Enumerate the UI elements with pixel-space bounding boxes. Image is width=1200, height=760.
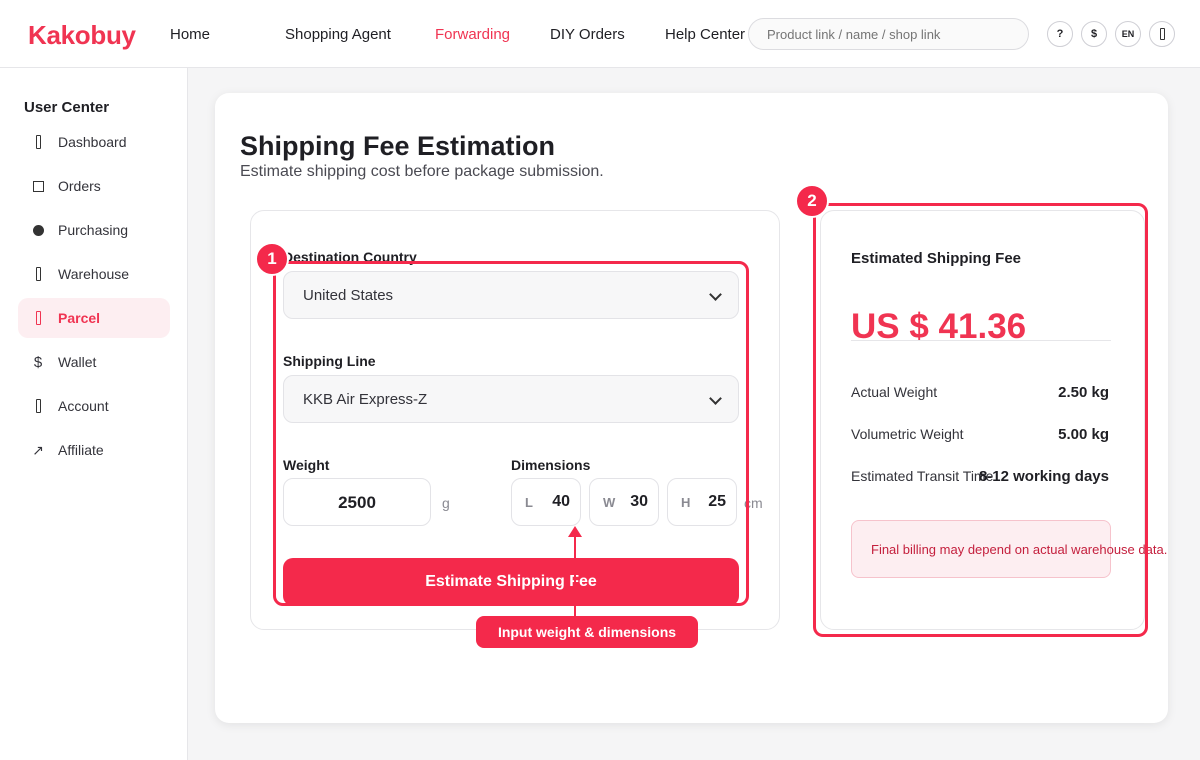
callout-label: Input weight & dimensions xyxy=(476,616,698,648)
width-value: 30 xyxy=(630,493,648,510)
search-input[interactable] xyxy=(748,18,1029,50)
sidebar-item-parcel[interactable]: Parcel xyxy=(18,298,170,338)
account-icon xyxy=(30,398,46,414)
nav-diy-orders[interactable]: DIY Orders xyxy=(550,26,625,43)
width-prefix: W xyxy=(603,495,616,510)
step-badge-2: 2 xyxy=(795,184,829,218)
billing-note: Final billing may depend on actual wareh… xyxy=(851,520,1167,578)
sidebar-item-label: Dashboard xyxy=(58,134,127,150)
transit-time-label: Estimated Transit Time xyxy=(851,468,994,484)
nav-help-center[interactable]: Help Center xyxy=(665,26,745,43)
estimate-shipping-fee-button[interactable]: Estimate Shipping Fee xyxy=(283,558,739,606)
kakobuy-logo[interactable]: Kakobuy xyxy=(28,20,136,51)
dimensions-label: Dimensions xyxy=(511,457,591,473)
height-value: 25 xyxy=(708,493,726,510)
sidebar-item-label: Account xyxy=(58,398,109,414)
shipping-line-select[interactable]: KKB Air Express-Z xyxy=(283,375,739,423)
chevron-down-icon xyxy=(709,288,722,301)
sidebar-item-label: Parcel xyxy=(58,310,101,326)
result-title: Estimated Shipping Fee xyxy=(851,250,1022,267)
sidebar-item-orders[interactable]: Orders xyxy=(18,166,170,206)
length-value: 40 xyxy=(552,493,570,510)
arrow-up-right-icon: ↗ xyxy=(32,441,44,458)
language-icon[interactable]: EN xyxy=(1115,21,1141,47)
callout-arrow xyxy=(574,532,576,616)
user-menu-icon[interactable] xyxy=(1149,21,1175,47)
orders-icon xyxy=(30,178,46,194)
sidebar-item-purchasing[interactable]: Purchasing xyxy=(18,210,170,250)
dashboard-icon xyxy=(30,134,46,150)
width-input[interactable]: W 30 xyxy=(589,478,659,526)
transit-time-value: 8-12 working days xyxy=(978,468,1109,485)
nav-forwarding[interactable]: Forwarding xyxy=(435,26,510,43)
estimated-amount: US $ 41.36 xyxy=(851,307,1027,346)
sidebar-item-account[interactable]: Account xyxy=(18,386,170,426)
parcel-icon xyxy=(30,310,46,326)
arrow-up-icon xyxy=(568,526,582,537)
weight-unit: g xyxy=(442,495,450,511)
shipping-line-value: KKB Air Express-Z xyxy=(303,391,428,408)
volumetric-weight-value: 5.00 kg xyxy=(1058,426,1109,443)
actual-weight-value: 2.50 kg xyxy=(1058,384,1109,401)
warehouse-icon xyxy=(30,266,46,282)
sidebar-item-label: Orders xyxy=(58,178,101,194)
sidebar-title: User Center xyxy=(24,99,110,116)
page-subtitle: Estimate shipping cost before package su… xyxy=(240,163,604,180)
length-input[interactable]: L 40 xyxy=(511,478,581,526)
sidebar-item-label: Affiliate xyxy=(58,442,104,458)
currency-icon[interactable]: $ xyxy=(1081,21,1107,47)
destination-country-select[interactable]: United States xyxy=(283,271,739,319)
user-center-sidebar: User Center Dashboard Orders Purchasing … xyxy=(0,68,188,760)
purchasing-icon xyxy=(30,222,46,238)
length-prefix: L xyxy=(525,495,533,510)
sidebar-item-label: Warehouse xyxy=(58,266,130,282)
height-prefix: H xyxy=(681,495,691,510)
step-badge-1: 1 xyxy=(255,242,289,276)
actual-weight-label: Actual Weight xyxy=(851,384,938,400)
sidebar-item-label: Wallet xyxy=(58,354,97,370)
chevron-down-icon xyxy=(709,392,722,405)
page-title: Shipping Fee Estimation xyxy=(240,131,556,161)
sidebar-item-label: Purchasing xyxy=(58,222,129,238)
sidebar-item-wallet[interactable]: $ Wallet xyxy=(18,342,170,382)
billing-note-text: Final billing may depend on actual wareh… xyxy=(871,542,1168,557)
weight-label: Weight xyxy=(283,457,330,473)
sidebar-item-affiliate[interactable]: ↗ Affiliate xyxy=(18,430,170,470)
destination-label: Destination Country xyxy=(283,249,417,265)
nav-shopping-agent[interactable]: Shopping Agent xyxy=(285,26,391,43)
dollar-icon: $ xyxy=(33,353,43,371)
estimated-fee-card: Estimated Shipping Fee US $ 41.36 Actual… xyxy=(820,210,1167,630)
dimensions-unit: cm xyxy=(744,495,763,511)
top-navigation-bar: Kakobuy Home Shopping Agent Forwarding D… xyxy=(0,0,1200,68)
help-icon[interactable]: ? xyxy=(1047,21,1073,47)
sidebar-item-dashboard[interactable]: Dashboard xyxy=(18,122,170,162)
volumetric-weight-label: Volumetric Weight xyxy=(851,426,964,442)
sidebar-item-warehouse[interactable]: Warehouse xyxy=(18,254,170,294)
destination-value: United States xyxy=(303,287,394,304)
nav-home[interactable]: Home xyxy=(170,26,210,43)
estimation-form: Destination Country United States Shippi… xyxy=(250,210,780,630)
shipping-line-label: Shipping Line xyxy=(283,353,376,369)
weight-input[interactable]: 2500 xyxy=(283,478,431,526)
height-input[interactable]: H 25 xyxy=(667,478,737,526)
divider xyxy=(851,340,1111,341)
